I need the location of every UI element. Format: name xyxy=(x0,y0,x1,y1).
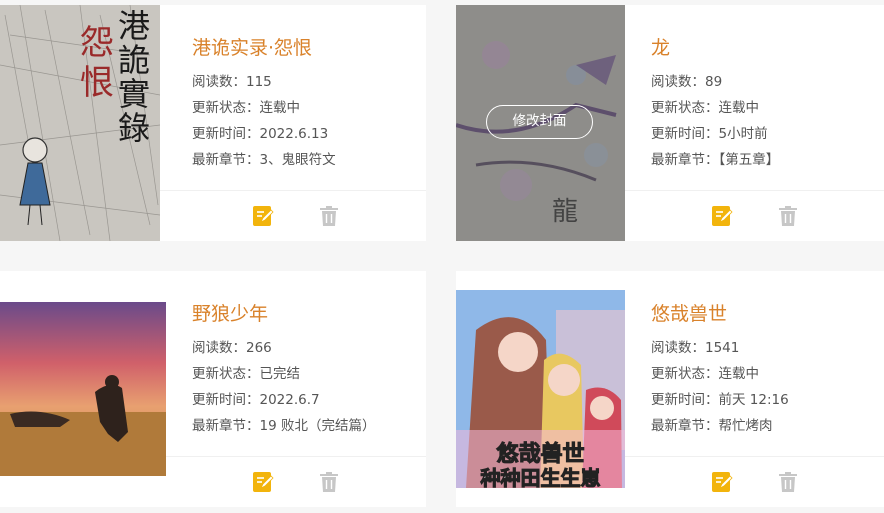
update-status: 更新状态：连载中 xyxy=(651,100,759,116)
divider xyxy=(166,456,426,457)
book-title[interactable]: 龙 xyxy=(651,36,670,60)
book-title[interactable]: 野狼少年 xyxy=(192,302,268,326)
latest-chapter: 最新章节：帮忙烤肉 xyxy=(651,418,773,434)
book-card: 野狼少年 阅读数：266 更新状态：已完结 更新时间：2022.6.7 最新章节… xyxy=(0,271,426,507)
book-cover[interactable]: 龍 修改封面 xyxy=(456,5,625,241)
latest-chapter: 最新章节：3、鬼眼符文 xyxy=(192,152,336,168)
edit-icon[interactable] xyxy=(252,205,274,227)
book-cover[interactable]: 悠哉兽世 种种田生生崽 xyxy=(456,290,625,488)
divider xyxy=(160,190,426,191)
book-cover[interactable] xyxy=(0,302,166,476)
cover-title-text: 港詭實錄 xyxy=(118,7,151,147)
edit-icon[interactable] xyxy=(252,471,274,493)
update-status: 更新状态：已完结 xyxy=(192,366,300,382)
cover-subtitle-text: 种种田生生崽 xyxy=(480,466,601,489)
latest-chapter: 最新章节：【第五章】 xyxy=(651,152,780,168)
read-count: 阅读数：1541 xyxy=(651,340,740,356)
trash-icon[interactable] xyxy=(318,471,340,493)
update-time: 更新时间：5小时前 xyxy=(651,126,768,142)
trash-icon[interactable] xyxy=(777,205,799,227)
book-card: 港詭實錄 怨恨 港诡实录·怨恨 阅读数：115 更新状态：连载中 更新时间：20… xyxy=(0,5,426,241)
trash-icon[interactable] xyxy=(777,471,799,493)
divider xyxy=(625,456,884,457)
update-time: 更新时间：2022.6.7 xyxy=(192,392,320,408)
update-time: 更新时间：2022.6.13 xyxy=(192,126,329,142)
book-card: 悠哉兽世 种种田生生崽 悠哉兽世 阅读数：1541 更新状态：连载中 更新时间：… xyxy=(456,271,884,507)
book-title[interactable]: 港诡实录·怨恨 xyxy=(192,36,312,60)
update-time: 更新时间：前天 12:16 xyxy=(651,392,789,408)
read-count: 阅读数：115 xyxy=(192,74,272,90)
divider xyxy=(625,190,884,191)
cover-subtitle-text: 怨恨 xyxy=(80,23,114,103)
update-status: 更新状态：连载中 xyxy=(192,100,300,116)
trash-icon[interactable] xyxy=(318,205,340,227)
edit-cover-button[interactable]: 修改封面 xyxy=(486,105,593,139)
edit-icon[interactable] xyxy=(711,471,733,493)
edit-icon[interactable] xyxy=(711,205,733,227)
book-cover[interactable]: 港詭實錄 怨恨 xyxy=(0,5,160,241)
latest-chapter: 最新章节：19 败北（完结篇） xyxy=(192,418,376,434)
read-count: 阅读数：266 xyxy=(192,340,272,356)
read-count: 阅读数：89 xyxy=(651,74,723,90)
update-status: 更新状态：连载中 xyxy=(651,366,759,382)
book-card: 龍 修改封面 龙 阅读数：89 更新状态：连载中 更新时间：5小时前 最新章节：… xyxy=(456,5,884,241)
book-title[interactable]: 悠哉兽世 xyxy=(651,302,727,326)
